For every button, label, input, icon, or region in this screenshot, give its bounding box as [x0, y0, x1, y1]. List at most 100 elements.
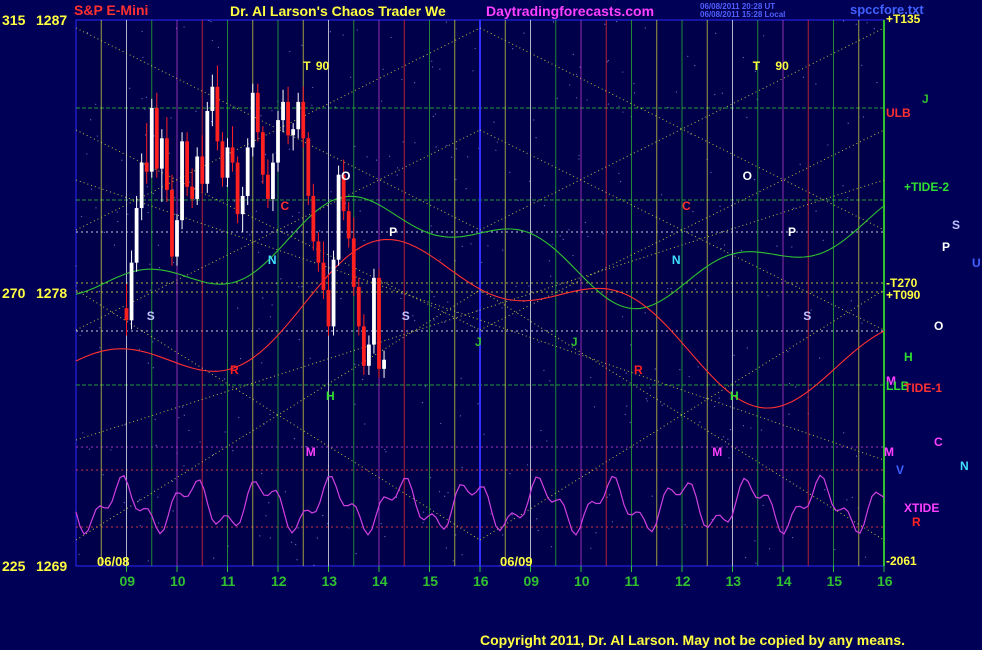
x-tick-label: 10: [170, 573, 186, 589]
star: [608, 494, 611, 496]
star: [390, 36, 392, 39]
star: [729, 429, 732, 431]
star: [474, 47, 476, 50]
star: [271, 110, 273, 112]
star: [199, 441, 201, 443]
star: [396, 174, 398, 176]
star: [208, 19, 210, 22]
x-tick-label: 13: [322, 573, 338, 589]
candle-body: [175, 220, 179, 257]
star: [461, 467, 463, 469]
star: [843, 432, 845, 434]
star: [152, 192, 155, 195]
chaos-trader-chart: T 90OPSCNHMRSJT 90OPSCNHMRJM 09 10 11 12 13 14 1…: [2, 2, 981, 648]
star: [568, 229, 570, 231]
star: [95, 103, 97, 105]
star: [255, 210, 257, 212]
star: [471, 325, 473, 327]
candle-body: [382, 359, 386, 369]
star: [646, 400, 648, 402]
file-name: spccfore.txt: [850, 2, 924, 17]
star: [495, 149, 497, 151]
star: [290, 541, 293, 543]
star: [515, 285, 517, 287]
star: [842, 185, 844, 187]
flux-label: M: [712, 445, 722, 459]
star: [150, 289, 152, 291]
star: [633, 82, 635, 85]
star: [127, 213, 129, 215]
candle-body: [361, 326, 366, 366]
star: [549, 380, 551, 382]
candle-body: [336, 174, 341, 260]
star: [470, 243, 472, 245]
star: [694, 288, 697, 290]
star: [633, 92, 636, 94]
star: [422, 522, 424, 524]
star: [718, 397, 720, 399]
star: [149, 263, 151, 265]
candle-body: [286, 101, 290, 136]
flux-label: O: [341, 169, 350, 183]
star: [616, 20, 618, 23]
star: [402, 141, 404, 143]
star: [103, 231, 106, 233]
star: [740, 249, 742, 252]
candle-body: [210, 86, 215, 111]
star: [528, 285, 530, 287]
star: [618, 172, 620, 174]
star: [873, 27, 875, 30]
star: [713, 405, 716, 408]
candle-body: [281, 101, 285, 121]
star: [509, 171, 511, 173]
star: [755, 562, 757, 564]
star: [575, 97, 578, 99]
star: [384, 535, 386, 538]
star: [692, 211, 694, 213]
flux-label: 90: [775, 59, 789, 73]
x-tick-label: 16: [877, 573, 893, 589]
star: [864, 556, 867, 558]
x-tick-label: 12: [675, 573, 691, 589]
star: [536, 518, 538, 520]
star: [763, 35, 765, 37]
star: [866, 22, 868, 24]
star: [382, 68, 384, 70]
star: [651, 495, 653, 497]
star: [401, 78, 403, 81]
star: [269, 537, 271, 539]
star: [168, 152, 170, 154]
right-labels: +T135ULBJ+TIDE-2SPU-T270+T090OHMLLBTIDE-…: [886, 12, 981, 568]
star: [366, 156, 368, 158]
star: [622, 71, 624, 73]
star: [824, 489, 826, 491]
y-tick-angle: 270: [2, 285, 26, 301]
star: [79, 334, 81, 336]
star: [578, 154, 580, 157]
star: [851, 496, 853, 498]
star: [145, 96, 147, 98]
star: [455, 148, 457, 150]
star: [113, 244, 116, 246]
star: [354, 363, 356, 365]
candle-body: [205, 111, 210, 184]
star: [389, 155, 391, 157]
star: [172, 510, 174, 512]
star: [298, 286, 300, 288]
star: [714, 94, 716, 96]
star: [788, 413, 790, 415]
star: [818, 357, 821, 359]
x-tick-label: 13: [726, 573, 742, 589]
star: [223, 378, 226, 380]
star: [414, 82, 416, 84]
star: [762, 504, 764, 506]
star: [502, 534, 504, 536]
right-label: P: [942, 240, 950, 254]
star: [363, 239, 365, 242]
star: [644, 312, 646, 314]
star: [526, 464, 529, 466]
star: [183, 414, 185, 416]
star: [147, 211, 149, 214]
star: [524, 329, 527, 331]
star: [431, 66, 434, 68]
